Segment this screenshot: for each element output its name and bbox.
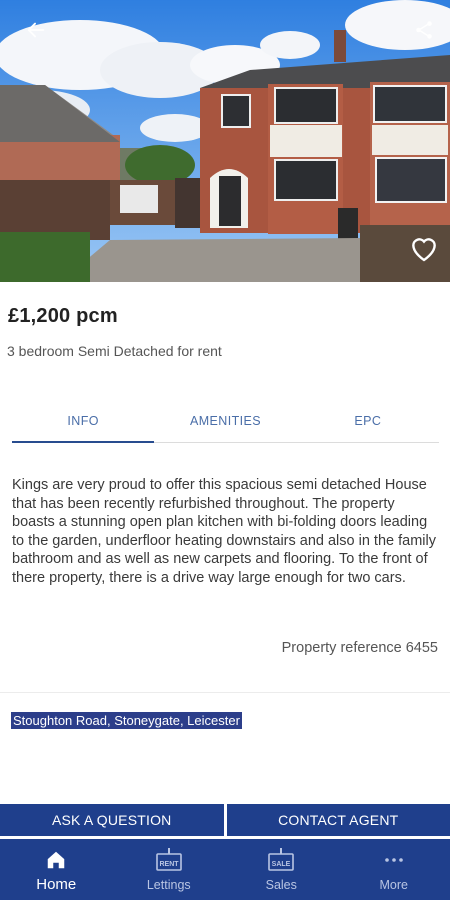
nav-lettings[interactable]: RENT Lettings xyxy=(113,839,226,900)
favourite-button[interactable] xyxy=(404,228,444,268)
tab-amenities[interactable]: AMENITIES xyxy=(154,400,296,442)
listing-subtitle: 3 bedroom Semi Detached for rent xyxy=(7,343,222,359)
nav-sales[interactable]: SALE Sales xyxy=(225,839,338,900)
share-button[interactable] xyxy=(406,12,442,48)
sales-sign-icon: SALE xyxy=(268,848,295,871)
property-address[interactable]: Stoughton Road, Stoneygate, Leicester xyxy=(11,712,242,729)
property-photo[interactable] xyxy=(0,0,450,282)
tab-epc[interactable]: EPC xyxy=(297,400,439,442)
home-icon xyxy=(48,851,65,869)
ask-question-button[interactable]: ASK A QUESTION xyxy=(0,804,224,836)
nav-more-label: More xyxy=(379,878,408,892)
tab-info[interactable]: INFO xyxy=(12,400,155,443)
section-divider xyxy=(0,692,450,693)
nav-more[interactable]: More xyxy=(338,839,450,900)
nav-home-label: Home xyxy=(36,876,77,893)
heart-icon xyxy=(412,238,436,262)
listing-price: £1,200 pcm xyxy=(8,305,118,327)
svg-text:RENT: RENT xyxy=(159,861,179,868)
action-bar: ASK A QUESTION CONTACT AGENT xyxy=(0,804,450,836)
house-photo-illustration xyxy=(0,0,450,282)
detail-tabs: INFO AMENITIES EPC xyxy=(12,400,439,443)
share-icon xyxy=(416,21,432,39)
svg-text:SALE: SALE xyxy=(272,861,291,868)
bottom-navigation: Home RENT Lettings SALE Sales More xyxy=(0,839,450,900)
nav-sales-label: Sales xyxy=(265,878,297,892)
back-button[interactable] xyxy=(18,12,54,48)
property-reference: Property reference 6455 xyxy=(281,640,438,656)
nav-lettings-label: Lettings xyxy=(146,878,191,892)
property-description: Kings are very proud to offer this spaci… xyxy=(12,477,436,586)
back-arrow-icon xyxy=(27,22,45,38)
contact-agent-button[interactable]: CONTACT AGENT xyxy=(226,804,450,836)
lettings-sign-icon: RENT xyxy=(155,848,182,871)
more-dots-icon xyxy=(384,858,403,862)
nav-home[interactable]: Home xyxy=(0,839,113,900)
